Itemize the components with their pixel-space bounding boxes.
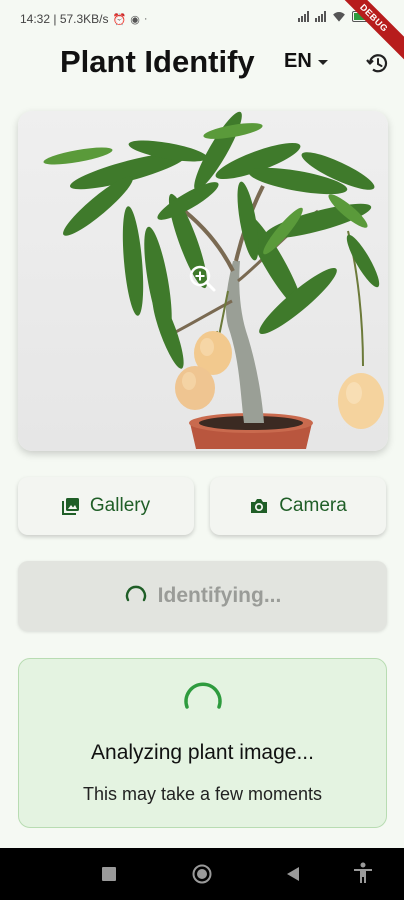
recents-button[interactable]: [102, 867, 116, 886]
camera-icon: [251, 499, 268, 513]
language-selector[interactable]: EN: [284, 50, 328, 73]
signal-icon-2: [315, 11, 326, 22]
square-icon: [102, 867, 116, 881]
status-bar: 14:32 | 57.3KB/s ⏰ ◉ · DEBUG: [0, 0, 404, 67]
wifi-icon: [332, 12, 346, 22]
loading-spinner-icon: [125, 585, 146, 602]
camera-label: Camera: [279, 495, 347, 516]
accessibility-button[interactable]: [353, 862, 373, 889]
back-button[interactable]: [286, 866, 300, 887]
page-title: Plant Identify: [60, 44, 255, 79]
signal-icon: [298, 11, 309, 22]
language-value: EN: [284, 50, 312, 72]
analysis-subtitle: This may take a few moments: [82, 784, 323, 804]
plant-illustration: [43, 111, 384, 449]
home-button[interactable]: [192, 864, 212, 889]
history-button[interactable]: [364, 50, 390, 76]
identify-label: Identifying...: [157, 584, 282, 607]
dot-icon: ·: [143, 13, 148, 25]
status-time-speed: 14:32 | 57.3KB/s: [20, 12, 109, 26]
system-nav-bar: [0, 848, 404, 900]
chevron-down-icon: [317, 60, 328, 65]
accessibility-icon: [354, 862, 372, 883]
camera-button[interactable]: Camera: [210, 477, 386, 535]
progress-spinner-icon: [184, 682, 222, 709]
identify-button[interactable]: Identifying...: [18, 561, 387, 631]
analysis-status-card: Analyzing plant image... This may take a…: [18, 658, 387, 828]
gallery-icon: [61, 498, 79, 515]
analysis-title: Analyzing plant image...: [91, 741, 314, 764]
alarm-icon: ⏰: [112, 13, 127, 26]
history-icon: [366, 54, 388, 73]
gallery-button[interactable]: Gallery: [18, 477, 194, 535]
gallery-label: Gallery: [89, 495, 151, 516]
app-notification-icon: ◉: [130, 13, 140, 26]
back-triangle-icon: [287, 867, 299, 881]
plant-image[interactable]: [18, 111, 388, 451]
status-left: 14:32 | 57.3KB/s ⏰ ◉ ·: [20, 12, 148, 26]
home-circle-icon: [192, 864, 212, 884]
